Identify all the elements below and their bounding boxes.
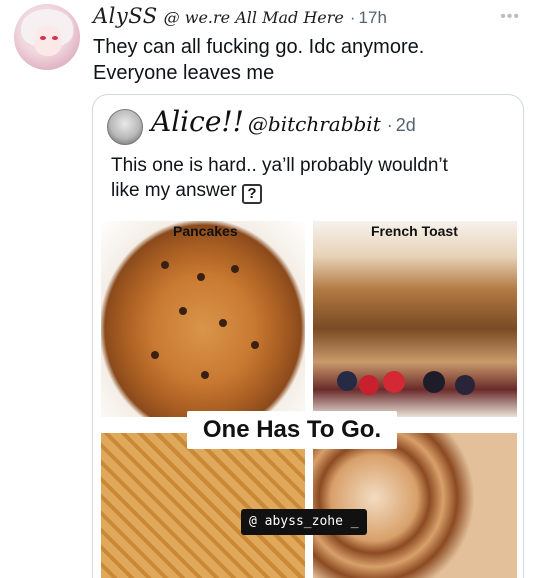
question-box-icon: ? <box>241 184 262 204</box>
berry <box>383 371 405 393</box>
label-pancakes: Pancakes <box>173 223 238 239</box>
quoted-display-name[interactable]: Alice!! <box>151 105 244 138</box>
chocolate-chip <box>161 261 169 269</box>
separator-dot: · <box>386 115 393 135</box>
quoted-text-span: like my answer <box>111 180 237 201</box>
quoted-user-handle[interactable]: @bitchrabbit <box>248 112 381 136</box>
one-has-to-go-banner: One Has To Go. <box>187 411 397 449</box>
chocolate-chip <box>197 273 205 281</box>
cinnamon-rolls-photo <box>313 433 517 578</box>
tweet-text: They can all fucking go. Idc anymore. Ev… <box>93 34 523 86</box>
quoted-tweet-card[interactable]: Alice!! @bitchrabbit · 2d This one is ha… <box>92 94 524 578</box>
berry <box>455 375 475 395</box>
chocolate-chip <box>179 307 187 315</box>
berry <box>337 371 357 391</box>
label-french-toast: French Toast <box>371 223 458 239</box>
quoted-tweet-text: This one is hard.. ya’ll probably wouldn… <box>111 153 515 204</box>
avatar-face <box>34 26 62 56</box>
french-toast-photo <box>313 221 517 417</box>
tweet-header: AlySS @ we.re All Mad Here · 17h <box>93 4 387 28</box>
berry <box>423 371 445 393</box>
quoted-text-line: like my answer ? <box>111 178 515 204</box>
quoted-text-line: This one is hard.. ya’ll probably wouldn… <box>111 155 448 176</box>
quoted-timestamp[interactable]: 2d <box>396 115 416 136</box>
berry <box>359 375 379 395</box>
avatar-eye <box>52 36 58 40</box>
chocolate-chip <box>151 351 159 359</box>
user-handle[interactable]: @ we.re All Mad Here <box>164 8 344 27</box>
chocolate-chip <box>231 265 239 273</box>
more-horizontal-icon[interactable]: ••• <box>500 8 520 26</box>
quoted-user-avatar[interactable] <box>107 109 143 145</box>
watermark: @ abyss_zohe _ <box>241 509 367 535</box>
food-collage-image[interactable]: Pancakes French Toast One Has To Go. @ a… <box>101 221 517 578</box>
chocolate-chip <box>219 319 227 327</box>
tweet-text-line: They can all fucking go. Idc anymore. <box>93 36 425 58</box>
tweet-text-line: Everyone leaves me <box>93 62 275 84</box>
timestamp[interactable]: 17h <box>359 8 387 28</box>
pancakes-photo <box>101 221 305 417</box>
separator-dot: · <box>349 8 356 27</box>
quoted-tweet-header: Alice!! @bitchrabbit · 2d <box>151 105 416 138</box>
display-name[interactable]: AlySS <box>93 4 158 28</box>
chocolate-chip <box>201 371 209 379</box>
waffles-photo <box>101 433 305 578</box>
user-avatar[interactable] <box>14 4 80 70</box>
chocolate-chip <box>251 341 259 349</box>
avatar-eye <box>40 36 46 40</box>
